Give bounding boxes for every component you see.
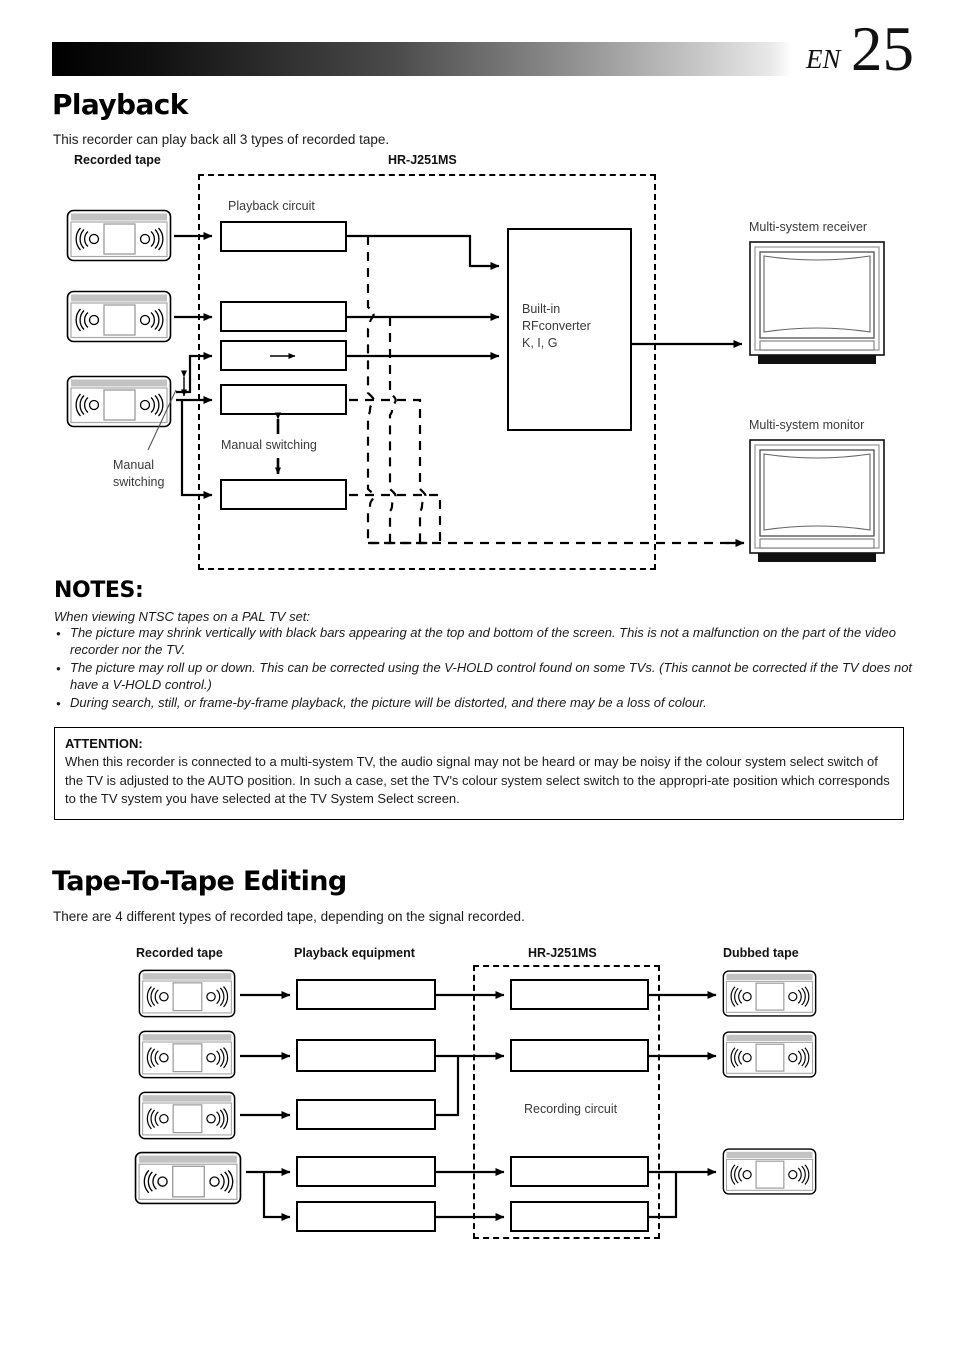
page-title-playback: Playback (52, 88, 188, 121)
attention-title: ATTENTION: (65, 736, 143, 751)
vhs-cassette-icon (722, 1028, 817, 1086)
label-manual-switching-center: Manual switching (221, 438, 317, 452)
tv-monitor-icon (748, 438, 886, 570)
label-manual-switching-left: Manual switching (113, 458, 165, 489)
header-gradient-bar (52, 42, 792, 76)
note-item: The picture may shrink vertically with b… (56, 624, 915, 658)
playback-intro: This recorder can play back all 3 types … (53, 132, 390, 147)
notes-heading: NOTES: (54, 578, 144, 603)
playback-equipment-box-5 (296, 1201, 436, 1232)
page-title-editing: Tape-To-Tape Editing (52, 866, 347, 897)
playback-circuit-box-3 (220, 340, 347, 371)
vhs-cassette-icon (66, 290, 172, 348)
note-item: During search, still, or frame-by-frame … (56, 694, 915, 713)
vhs-cassette-icon (722, 967, 817, 1025)
label-hr-j251ms-bottom: HR-J251MS (528, 946, 597, 960)
playback-circuit-box-5 (220, 479, 347, 510)
label-recorded-tape-top: Recorded tape (74, 153, 161, 167)
recording-circuit-box-3 (510, 1156, 649, 1187)
editing-intro: There are 4 different types of recorded … (53, 909, 525, 924)
manual-page: EN 25 Playback This recorder can play ba… (0, 0, 954, 1349)
playback-equipment-box-3 (296, 1099, 436, 1130)
recording-circuit-box-4 (510, 1201, 649, 1232)
vhs-cassette-icon (134, 1148, 242, 1213)
vhs-cassette-icon (138, 1028, 236, 1086)
note-item: The picture may roll up or down. This ca… (56, 659, 932, 693)
vhs-cassette-icon (66, 375, 172, 433)
language-code: EN (806, 44, 841, 74)
label-playback-equipment: Playback equipment (294, 946, 415, 960)
label-recorded-tape-bottom: Recorded tape (136, 946, 223, 960)
vhs-cassette-icon (138, 1089, 236, 1147)
playback-circuit-box-4 (220, 384, 347, 415)
playback-circuit-box-1 (220, 221, 347, 252)
vhs-cassette-icon (722, 1145, 817, 1203)
recording-circuit-box-2 (510, 1039, 649, 1072)
playback-equipment-box-4 (296, 1156, 436, 1187)
label-playback-circuit: Playback circuit (228, 199, 315, 213)
label-multi-system-monitor: Multi-system monitor (749, 418, 865, 432)
vhs-cassette-icon (138, 967, 236, 1025)
vhs-cassette-icon (66, 209, 172, 267)
playback-equipment-box-2 (296, 1039, 436, 1072)
notes-lead: When viewing NTSC tapes on a PAL TV set: (54, 609, 311, 624)
page-number: 25 (851, 14, 914, 84)
label-hr-j251ms-top: HR-J251MS (388, 153, 457, 167)
attention-body: When this recorder is connected to a mul… (65, 754, 890, 806)
playback-equipment-box-1 (296, 979, 436, 1010)
label-recording-circuit: Recording circuit (524, 1102, 618, 1116)
label-rf-converter: Built-in RFconverter K, I, G (522, 302, 591, 350)
label-multi-system-receiver: Multi-system receiver (749, 220, 868, 234)
tv-receiver-icon (748, 240, 886, 372)
playback-circuit-box-2 (220, 301, 347, 332)
recording-circuit-box-1 (510, 979, 649, 1010)
label-dubbed-tape: Dubbed tape (723, 946, 799, 960)
